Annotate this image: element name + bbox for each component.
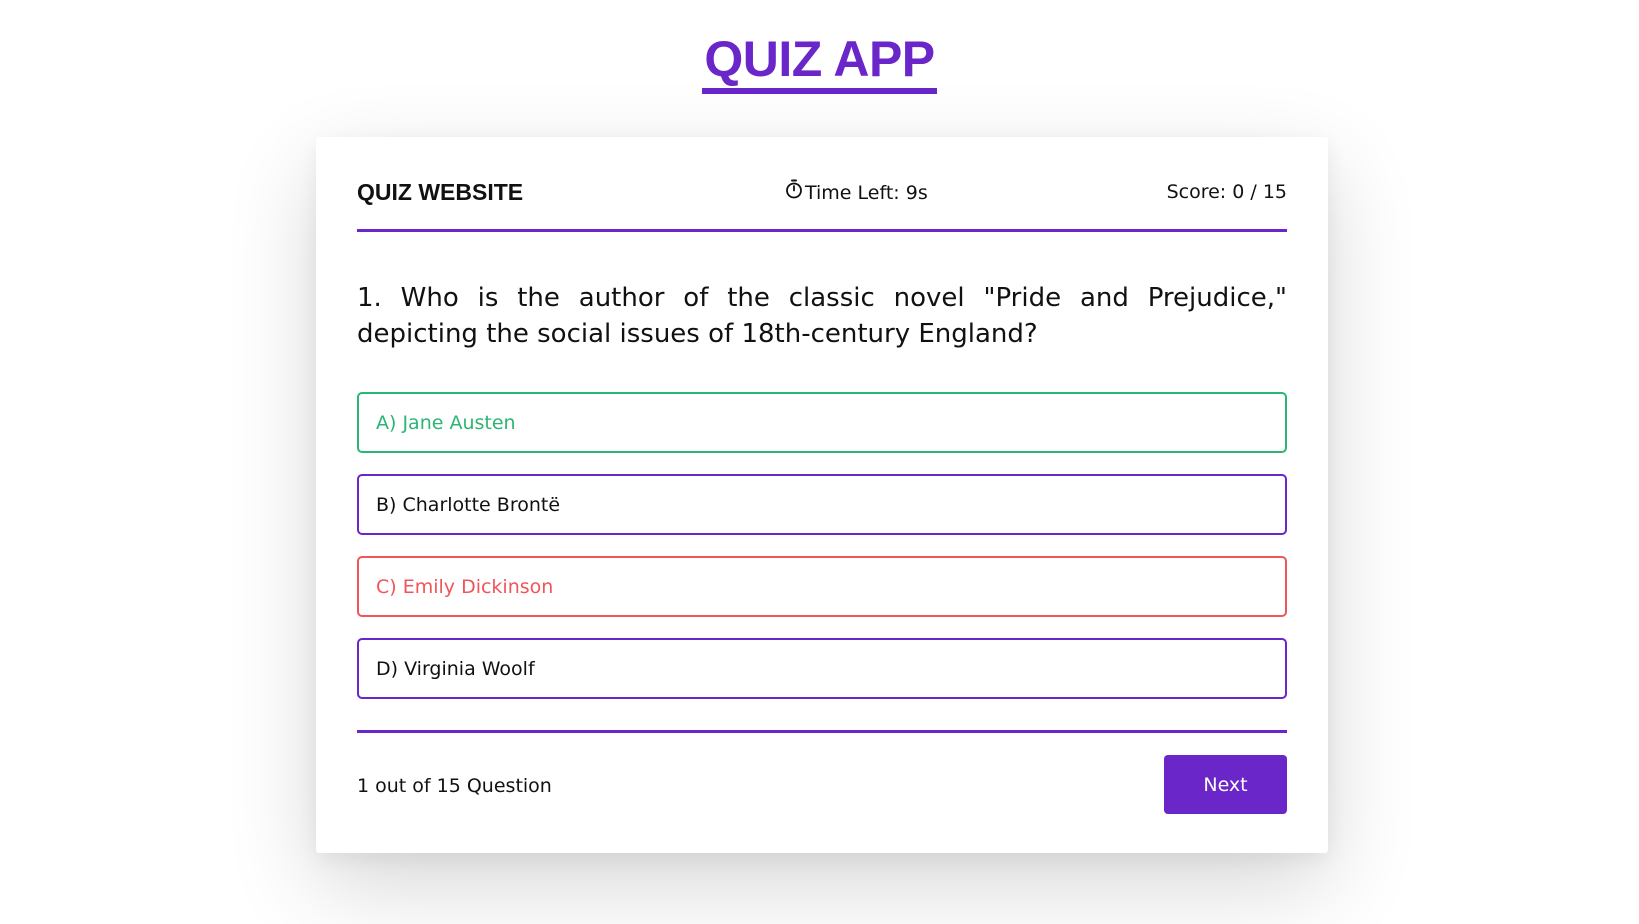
app-title-text: QUIZ APP xyxy=(702,30,937,94)
stopwatch-icon xyxy=(785,179,803,206)
timer: Time Left: 9s xyxy=(785,179,928,206)
score-text: Score: 0 / 15 xyxy=(1166,181,1287,203)
answer-option-b[interactable]: B) Charlotte Brontë xyxy=(357,474,1287,535)
answer-option-a[interactable]: A) Jane Austen xyxy=(357,392,1287,453)
quiz-brand: QUIZ WEBSITE xyxy=(357,179,524,205)
quiz-footer: 1 out of 15 Question Next xyxy=(357,730,1287,818)
answer-option-c[interactable]: C) Emily Dickinson xyxy=(357,556,1287,617)
quiz-page: QUIZ APP QUIZ WEBSITE Time Left: 9s Scor… xyxy=(0,0,1639,924)
quiz-header: QUIZ WEBSITE Time Left: 9s Score: 0 / 15 xyxy=(357,177,1287,232)
quiz-card: QUIZ WEBSITE Time Left: 9s Score: 0 / 15… xyxy=(316,137,1328,853)
timer-text: Time Left: 9s xyxy=(805,181,928,204)
app-title: QUIZ APP xyxy=(0,30,1639,94)
answer-option-d[interactable]: D) Virginia Woolf xyxy=(357,638,1287,699)
next-button[interactable]: Next xyxy=(1164,755,1287,814)
answer-options: A) Jane Austen B) Charlotte Brontë C) Em… xyxy=(357,392,1287,720)
question-progress: 1 out of 15 Question xyxy=(357,775,552,797)
question-text: 1. Who is the author of the classic nove… xyxy=(357,283,1287,349)
